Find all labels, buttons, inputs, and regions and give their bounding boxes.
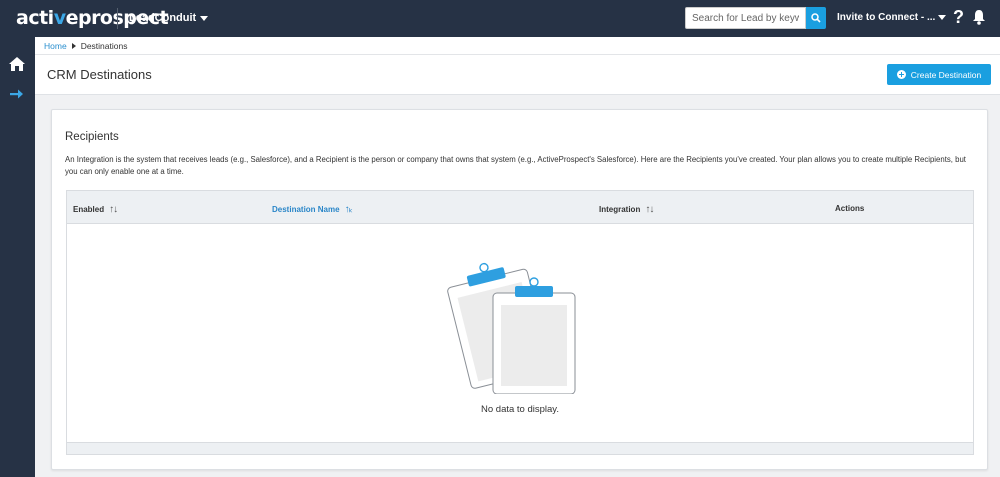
create-destination-label: Create Destination	[910, 69, 982, 80]
product-label: LeadConduit	[129, 12, 197, 24]
column-destination-name[interactable]: Destination Name ↑ₖ	[272, 204, 353, 215]
bell-icon[interactable]	[972, 9, 986, 30]
clipboard-icon	[440, 259, 590, 399]
sort-ascending-icon: ↑ₖ	[344, 204, 353, 215]
recipients-table: Enabled ↑↓ Destination Name ↑ₖ Integrati…	[66, 190, 974, 455]
page-header: CRM Destinations Create Destination	[35, 55, 1000, 95]
sort-icon: ↑↓	[109, 204, 118, 215]
breadcrumb-home-link[interactable]: Home	[44, 41, 67, 51]
chevron-down-icon	[200, 15, 209, 21]
left-sidebar	[0, 37, 35, 477]
top-navbar: activeprospect LeadConduit Invite to Con…	[0, 0, 1000, 37]
breadcrumb: Home Destinations	[35, 37, 1000, 55]
plus-circle-icon	[896, 70, 906, 79]
home-icon[interactable]	[9, 57, 27, 75]
help-icon[interactable]: ?	[953, 7, 964, 28]
invite-to-connect-menu[interactable]: Invite to Connect - ...	[837, 12, 947, 23]
empty-state-message: No data to display.	[481, 404, 559, 415]
invite-label: Invite to Connect - ...	[837, 12, 936, 23]
search-button[interactable]	[806, 7, 826, 29]
column-integration[interactable]: Integration ↑↓	[599, 204, 654, 215]
column-actions: Actions	[835, 204, 865, 213]
search-icon	[811, 13, 821, 23]
table-header: Enabled ↑↓ Destination Name ↑ₖ Integrati…	[67, 191, 973, 224]
breadcrumb-separator-icon	[71, 42, 76, 49]
arrow-right-icon[interactable]	[9, 87, 27, 105]
card-title: Recipients	[65, 131, 119, 143]
navbar-divider	[117, 8, 118, 29]
column-enabled[interactable]: Enabled ↑↓	[73, 204, 118, 215]
breadcrumb-current: Destinations	[80, 40, 128, 51]
create-destination-button[interactable]: Create Destination	[887, 64, 991, 85]
product-switcher[interactable]: LeadConduit	[129, 12, 209, 24]
sort-icon: ↑↓	[645, 204, 654, 215]
recipients-card: Recipients An Integration is the system …	[51, 109, 988, 470]
chevron-down-icon	[938, 15, 947, 20]
card-description: An Integration is the system that receiv…	[65, 155, 966, 176]
page-title: CRM Destinations	[47, 67, 152, 82]
lead-search-input[interactable]	[685, 7, 806, 29]
table-footer	[67, 442, 973, 454]
